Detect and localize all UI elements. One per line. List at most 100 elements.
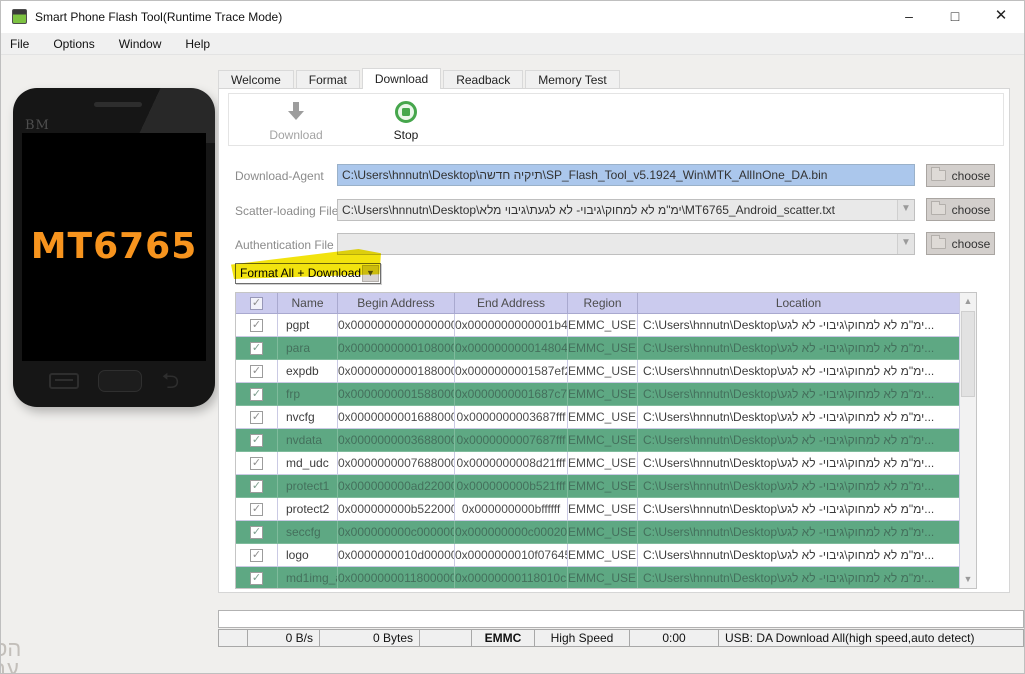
table-row-seccfg[interactable]: ✓ seccfg 0x000000000c000000 0x000000000c000… bbox=[236, 521, 959, 544]
row-checkbox[interactable]: ✓ bbox=[236, 521, 278, 543]
checkbox-icon[interactable]: ✓ bbox=[250, 433, 263, 447]
table-row-logo[interactable]: ✓ logo 0x0000000010d00000 0x0000000010f0764… bbox=[236, 544, 959, 567]
tab-download[interactable]: Download bbox=[361, 68, 442, 89]
row-checkbox[interactable]: ✓ bbox=[236, 452, 278, 474]
cell-region: EMMC_USER bbox=[568, 337, 638, 359]
download-button[interactable]: Download bbox=[251, 98, 341, 142]
tab-memory-test[interactable]: Memory Test bbox=[525, 70, 620, 89]
cell-region: EMMC_USER bbox=[568, 429, 638, 451]
select-all-checkbox[interactable]: ✓ bbox=[236, 293, 278, 313]
checkbox-icon[interactable]: ✓ bbox=[250, 525, 263, 539]
row-checkbox[interactable]: ✓ bbox=[236, 314, 278, 336]
choose-button-label: choose bbox=[951, 202, 991, 217]
cell-region: EMMC_USER bbox=[568, 544, 638, 566]
download-arrow-icon bbox=[251, 98, 341, 126]
cell-location: C:\Users\hnnutn\Desktop\ימ"מ לא למחוק\גי… bbox=[643, 433, 935, 447]
scatter-choose-button[interactable]: choose bbox=[926, 198, 995, 221]
download-agent-input[interactable] bbox=[337, 164, 915, 186]
table-row-protect1[interactable]: ✓ protect1 0x000000000ad22000 0x000000000b5… bbox=[236, 475, 959, 498]
cell-begin-address: 0x000000000b522000 bbox=[338, 498, 455, 520]
cell-region: EMMC_USER bbox=[568, 383, 638, 405]
row-checkbox[interactable]: ✓ bbox=[236, 544, 278, 566]
table-row-para[interactable]: ✓ para 0x0000000000108000 0x000000000014804… bbox=[236, 337, 959, 360]
phone-illustration: BM MT6765 ⮌ bbox=[13, 88, 215, 407]
scroll-up-icon[interactable]: ▲ bbox=[960, 293, 976, 310]
cell-name: pgpt bbox=[278, 314, 338, 336]
auth-choose-button[interactable]: choose bbox=[926, 232, 995, 255]
table-row-expdb[interactable]: ✓ expdb 0x0000000000188000 0x0000000001587e… bbox=[236, 360, 959, 383]
row-checkbox[interactable]: ✓ bbox=[236, 406, 278, 428]
cell-end-address: 0x0000000008d21fff bbox=[455, 452, 568, 474]
cell-begin-address: 0x0000000000000000 bbox=[338, 314, 455, 336]
table-row-frp[interactable]: ✓ frp 0x0000000001588000 0x0000000001687c7d… bbox=[236, 383, 959, 406]
table-row-protect2[interactable]: ✓ protect2 0x000000000b522000 0x000000000bf… bbox=[236, 498, 959, 521]
menu-item-options[interactable]: Options bbox=[41, 33, 106, 55]
status-empty-1 bbox=[218, 629, 248, 647]
cell-name: seccfg bbox=[278, 521, 338, 543]
table-row-nvdata[interactable]: ✓ nvdata 0x0000000003688000 0x0000000007687… bbox=[236, 429, 959, 452]
checkbox-icon[interactable]: ✓ bbox=[250, 571, 263, 585]
menu-item-file[interactable]: File bbox=[1, 33, 41, 55]
table-row-nvcfg[interactable]: ✓ nvcfg 0x0000000001688000 0x0000000003687f… bbox=[236, 406, 959, 429]
checkbox-icon[interactable]: ✓ bbox=[250, 410, 263, 424]
scrollbar-thumb[interactable] bbox=[961, 311, 975, 397]
table-scrollbar[interactable]: ▲ ▼ bbox=[959, 293, 976, 588]
checkbox-icon[interactable]: ✓ bbox=[250, 456, 263, 470]
menu-item-window[interactable]: Window bbox=[107, 33, 174, 55]
progress-bar bbox=[218, 610, 1024, 628]
stop-button[interactable]: Stop bbox=[361, 98, 451, 142]
scatter-file-input[interactable] bbox=[337, 199, 915, 221]
column-header-begin[interactable]: Begin Address bbox=[338, 293, 455, 313]
row-checkbox[interactable]: ✓ bbox=[236, 383, 278, 405]
table-row-pgpt[interactable]: ✓ pgpt 0x0000000000000000 0x0000000000001b4… bbox=[236, 314, 959, 337]
column-header-region[interactable]: Region bbox=[568, 293, 638, 313]
scatter-dropdown-arrow-icon[interactable]: ▼ bbox=[897, 200, 914, 220]
column-header-location[interactable]: Location bbox=[638, 293, 959, 313]
menu-item-help[interactable]: Help bbox=[173, 33, 222, 55]
cell-end-address: 0x0000000001587ef2 bbox=[455, 360, 568, 382]
column-header-name[interactable]: Name bbox=[278, 293, 338, 313]
checkbox-icon[interactable]: ✓ bbox=[250, 479, 263, 493]
table-row-md1img_a[interactable]: ✓ md1img_a 0x0000000011800000 0x00000000118… bbox=[236, 567, 959, 588]
maximize-button[interactable]: □ bbox=[932, 1, 978, 31]
checkbox-icon[interactable]: ✓ bbox=[250, 318, 263, 332]
tab-format[interactable]: Format bbox=[295, 70, 360, 89]
table-row-md_udc[interactable]: ✓ md_udc 0x0000000007688000 0x0000000008d21… bbox=[236, 452, 959, 475]
column-header-end[interactable]: End Address bbox=[455, 293, 568, 313]
cell-region: EMMC_USER bbox=[568, 498, 638, 520]
highlight-annotation bbox=[231, 249, 381, 279]
tab-readback[interactable]: Readback bbox=[443, 70, 524, 89]
chip-name-label: MT6765 bbox=[30, 226, 198, 267]
row-checkbox[interactable]: ✓ bbox=[236, 337, 278, 359]
tab-welcome[interactable]: Welcome bbox=[218, 70, 294, 89]
checkbox-icon[interactable]: ✓ bbox=[250, 341, 263, 355]
cell-name: protect2 bbox=[278, 498, 338, 520]
scatter-file-label: Scatter-loading File bbox=[235, 204, 339, 218]
scroll-down-icon[interactable]: ▼ bbox=[960, 571, 976, 588]
folder-icon bbox=[930, 235, 946, 249]
row-checkbox[interactable]: ✓ bbox=[236, 429, 278, 451]
cell-region: EMMC_USER bbox=[568, 360, 638, 382]
row-checkbox[interactable]: ✓ bbox=[236, 498, 278, 520]
checkbox-icon[interactable]: ✓ bbox=[250, 387, 263, 401]
checkbox-icon[interactable]: ✓ bbox=[250, 548, 263, 562]
row-checkbox[interactable]: ✓ bbox=[236, 475, 278, 497]
table-header-row: ✓ Name Begin Address End Address Region … bbox=[236, 293, 959, 314]
checkbox-icon[interactable]: ✓ bbox=[250, 364, 263, 378]
cell-name: nvdata bbox=[278, 429, 338, 451]
cell-location: C:\Users\hnnutn\Desktop\ימ"מ לא למחוק\גי… bbox=[643, 364, 935, 378]
auth-dropdown-arrow-icon[interactable]: ▼ bbox=[897, 234, 914, 254]
minimize-button[interactable]: – bbox=[886, 1, 932, 31]
cell-end-address: 0x0000000003687fff bbox=[455, 406, 568, 428]
row-checkbox[interactable]: ✓ bbox=[236, 360, 278, 382]
row-checkbox[interactable]: ✓ bbox=[236, 567, 278, 588]
cell-location: C:\Users\hnnutn\Desktop\ימ"מ לא למחוק\גי… bbox=[643, 456, 935, 470]
status-storage-type: EMMC bbox=[472, 629, 535, 647]
cell-begin-address: 0x0000000000188000 bbox=[338, 360, 455, 382]
auth-file-input[interactable] bbox=[337, 233, 915, 255]
cell-location: C:\Users\hnnutn\Desktop\ימ"מ לא למחוק\גי… bbox=[643, 318, 935, 332]
download-agent-choose-button[interactable]: choose bbox=[926, 164, 995, 187]
checkbox-icon[interactable]: ✓ bbox=[250, 502, 263, 516]
close-button[interactable]: ✕ bbox=[978, 1, 1024, 31]
folder-icon bbox=[930, 167, 946, 181]
